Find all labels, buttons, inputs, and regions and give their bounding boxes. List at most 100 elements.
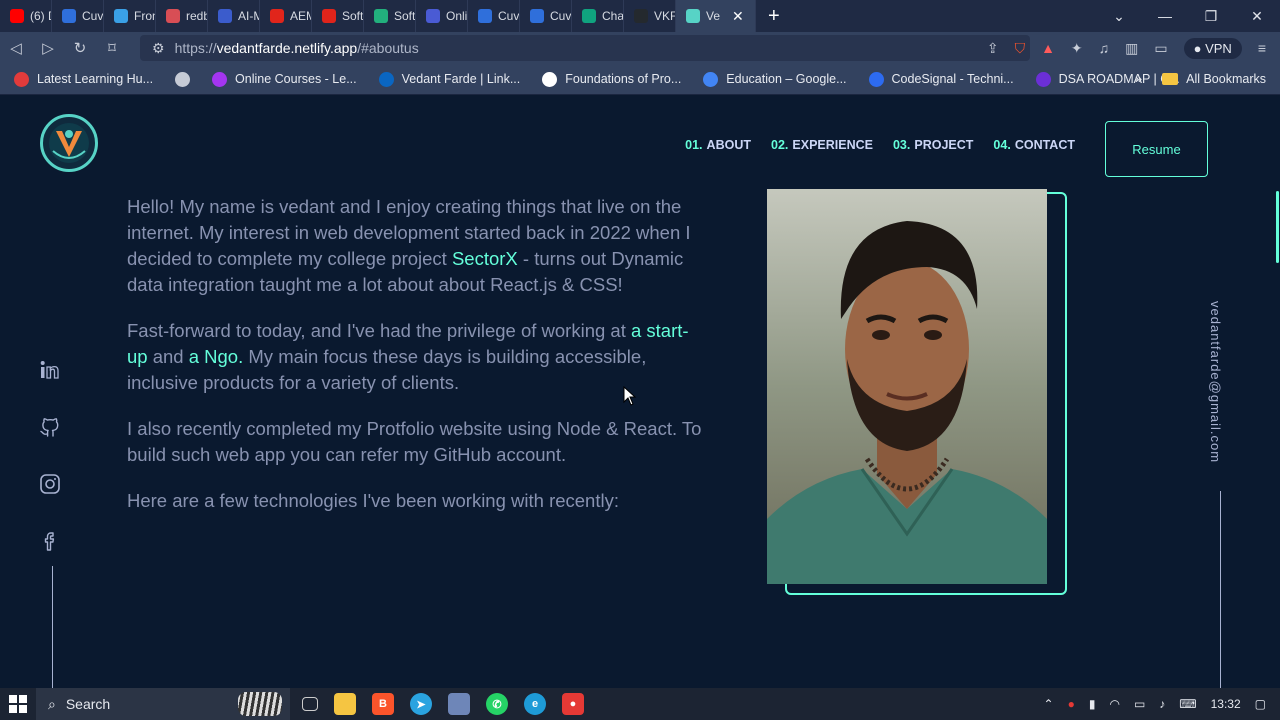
github-icon[interactable] bbox=[38, 415, 62, 439]
close-tab-icon[interactable]: ✕ bbox=[732, 8, 744, 25]
telegram-icon[interactable]: ➤ bbox=[410, 693, 432, 715]
wifi-icon[interactable]: ◠ bbox=[1109, 697, 1119, 711]
nav-link-project[interactable]: 03. PROJECT bbox=[893, 138, 973, 152]
restore-icon[interactable]: ❐ bbox=[1188, 8, 1234, 25]
vpn-button[interactable]: ● VPN bbox=[1183, 37, 1242, 59]
forward-icon[interactable]: ▷ bbox=[32, 39, 64, 57]
bookmark-label: Online Courses - Le... bbox=[235, 72, 357, 86]
extensions-icon[interactable]: ✦ bbox=[1071, 40, 1083, 57]
close-window-icon[interactable]: ✕ bbox=[1234, 8, 1280, 25]
nav-link-about[interactable]: 01. ABOUT bbox=[685, 138, 751, 152]
start-button[interactable] bbox=[0, 695, 36, 713]
browser-tab[interactable]: (6) Del bbox=[0, 0, 52, 32]
bookmark-item[interactable]: CodeSignal - Techni... bbox=[868, 71, 1014, 87]
site-logo[interactable] bbox=[40, 114, 98, 172]
volume-icon[interactable]: ♪ bbox=[1159, 697, 1165, 711]
nav-link-number: 02. bbox=[771, 138, 789, 152]
recorder-icon[interactable]: ● bbox=[562, 693, 584, 715]
minimize-icon[interactable]: — bbox=[1142, 8, 1188, 24]
bookmark-icon[interactable]: ⌑ bbox=[96, 39, 128, 57]
network-app-icon[interactable] bbox=[448, 693, 470, 715]
tray-chevron-icon[interactable]: ⌃ bbox=[1044, 697, 1054, 711]
bookmark-item[interactable] bbox=[175, 71, 191, 87]
bookmark-item[interactable]: Vedant Farde | Link... bbox=[378, 71, 520, 87]
bookmark-item[interactable]: Education – Google... bbox=[703, 71, 847, 87]
tab-label: Cuvett bbox=[498, 9, 520, 23]
facebook-icon[interactable] bbox=[38, 529, 62, 553]
brave-icon[interactable]: B bbox=[372, 693, 394, 715]
tab-search-chevron-icon[interactable]: ⌄ bbox=[1096, 8, 1142, 25]
browser-tab[interactable]: Cuvett bbox=[520, 0, 572, 32]
bookmark-item[interactable]: Foundations of Pro... bbox=[542, 71, 682, 87]
back-icon[interactable]: ◁ bbox=[0, 39, 32, 57]
bookmarks-bar: Latest Learning Hu... Online Courses - Le… bbox=[0, 64, 1280, 95]
menu-icon[interactable]: ≡ bbox=[1258, 40, 1266, 56]
portfolio-icon bbox=[686, 9, 700, 23]
tab-label: Online bbox=[446, 9, 468, 23]
browser-tab[interactable]: redbus bbox=[156, 0, 208, 32]
system-tray: ⌃ ● ▮ ◠ ▭ ♪ ⌨ 13:32 ▢ bbox=[1044, 697, 1266, 711]
notifications-icon[interactable]: ▢ bbox=[1255, 697, 1266, 711]
taskbar-search[interactable]: ⌕ Search bbox=[36, 688, 290, 720]
wallet-icon[interactable]: ▭ bbox=[1154, 40, 1167, 57]
ngo-link[interactable]: a Ngo. bbox=[189, 346, 244, 367]
url-host: vedantfarde.netlify.app bbox=[216, 40, 358, 56]
browser-tab[interactable]: Ve ✕ bbox=[676, 0, 756, 32]
linkedin-icon[interactable] bbox=[38, 358, 62, 382]
browser-tab[interactable]: VKFard bbox=[624, 0, 676, 32]
tab-label: Cuvett bbox=[82, 9, 104, 23]
browser-tab[interactable]: AI-ML bbox=[208, 0, 260, 32]
bookmark-item[interactable]: Latest Learning Hu... bbox=[14, 71, 153, 87]
taskbar-search-label: Search bbox=[65, 696, 111, 712]
keyboard-icon[interactable]: ⌨ bbox=[1179, 697, 1196, 711]
edge-icon[interactable]: e bbox=[524, 693, 546, 715]
all-bookmarks-label: All Bookmarks bbox=[1186, 72, 1266, 86]
browser-tab[interactable]: Softwa bbox=[312, 0, 364, 32]
about-paragraph-3: I also recently completed my Protfolio w… bbox=[127, 418, 702, 465]
url-field[interactable]: ⚙ https://vedantfarde.netlify.app/#about… bbox=[140, 35, 1030, 61]
browser-tab[interactable]: AEM D bbox=[260, 0, 312, 32]
more-bookmarks-button[interactable]: » bbox=[1135, 72, 1142, 86]
browser-tab[interactable]: ChatGI bbox=[572, 0, 624, 32]
s-icon bbox=[374, 9, 388, 23]
about-paragraph-1: Hello! My name is vedant and I enjoy cre… bbox=[127, 194, 707, 298]
battery-icon[interactable]: ▭ bbox=[1134, 697, 1145, 711]
sidebar-icon[interactable]: ▥ bbox=[1125, 40, 1138, 57]
share-icon[interactable]: ⇪ bbox=[987, 40, 999, 57]
taskbar: ⌕ Search B ➤ ✆ e ● ⌃ ● ▮ ◠ ▭ ♪ ⌨ 13:32 ▢ bbox=[0, 688, 1280, 720]
all-bookmarks-button[interactable]: All Bookmarks bbox=[1162, 72, 1266, 86]
chatgpt-icon bbox=[582, 9, 596, 23]
sectorx-link[interactable]: SectorX bbox=[452, 248, 518, 269]
task-view-icon[interactable] bbox=[302, 697, 318, 711]
resume-button[interactable]: Resume bbox=[1105, 121, 1208, 177]
tab-label: Softwa bbox=[394, 9, 416, 23]
instagram-icon[interactable] bbox=[38, 472, 62, 496]
reload-icon[interactable]: ↻ bbox=[64, 39, 96, 57]
whatsapp-icon[interactable]: ✆ bbox=[486, 693, 508, 715]
ai-icon bbox=[218, 9, 232, 23]
browser-tab[interactable]: Cuvett bbox=[468, 0, 520, 32]
browser-tab[interactable]: Softwa bbox=[364, 0, 416, 32]
nav-link-experience[interactable]: 02. EXPERIENCE bbox=[771, 138, 873, 152]
browser-tab[interactable]: Cuvett bbox=[52, 0, 104, 32]
brave-shield-icon[interactable]: ⛉ bbox=[1015, 40, 1026, 57]
tab-label: redbus bbox=[186, 9, 207, 23]
email-link[interactable]: vedantfarde@gmail.com bbox=[1203, 301, 1223, 471]
clock[interactable]: 13:32 bbox=[1211, 697, 1241, 711]
tab-label: ChatGI bbox=[602, 9, 624, 23]
bookmark-label: Foundations of Pro... bbox=[565, 72, 682, 86]
new-tab-icon[interactable]: + bbox=[768, 5, 792, 28]
file-explorer-icon[interactable] bbox=[334, 693, 356, 715]
browser-tab[interactable]: Online bbox=[416, 0, 468, 32]
globe-icon bbox=[175, 71, 191, 87]
brave-rewards-icon[interactable]: ▲ bbox=[1041, 40, 1055, 56]
media-icon[interactable]: ♫ bbox=[1099, 40, 1110, 56]
site-settings-icon[interactable]: ⚙ bbox=[152, 40, 165, 57]
tab-label: (6) Del bbox=[30, 9, 51, 23]
browser-tab[interactable]: Front-l bbox=[104, 0, 156, 32]
bookmark-item[interactable]: Online Courses - Le... bbox=[212, 71, 357, 87]
nav-link-number: 01. bbox=[685, 138, 703, 152]
scrollbar-thumb[interactable] bbox=[1276, 191, 1279, 263]
mic-icon[interactable]: ▮ bbox=[1089, 697, 1096, 711]
nav-link-contact[interactable]: 04. CONTACT bbox=[993, 138, 1075, 152]
